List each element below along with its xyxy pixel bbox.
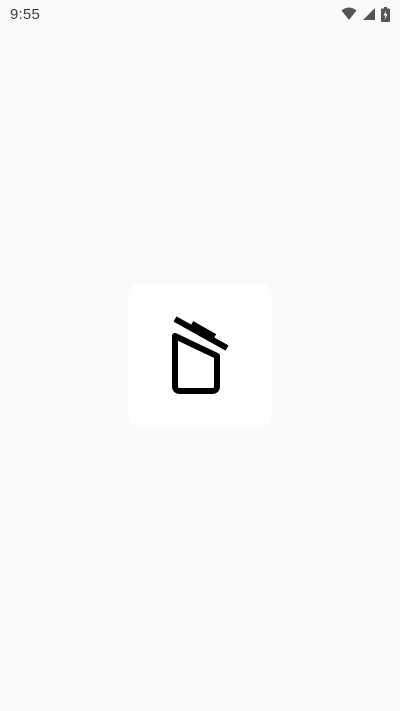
cellular-signal-icon <box>362 7 376 21</box>
status-time: 9:55 <box>10 5 40 23</box>
status-bar: 9:55 <box>0 0 400 28</box>
battery-charging-icon <box>381 6 390 22</box>
status-icons <box>341 6 390 22</box>
trash-bin-open-lid-icon <box>168 314 232 398</box>
splash-icon-card <box>128 284 272 427</box>
wifi-icon <box>341 7 357 21</box>
